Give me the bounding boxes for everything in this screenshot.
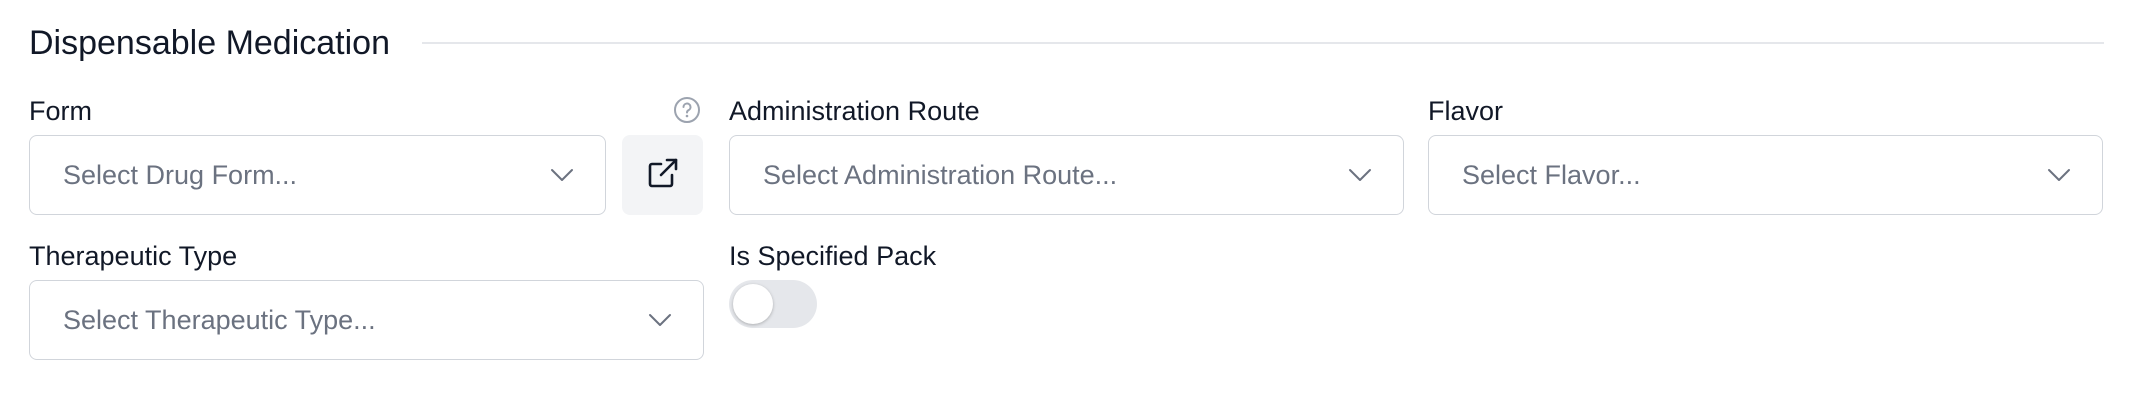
- toggle-knob: [733, 284, 773, 324]
- flavor-select[interactable]: Select Flavor...: [1428, 135, 2103, 215]
- therapeutic-type-select[interactable]: Select Therapeutic Type...: [29, 280, 704, 360]
- is-specified-pack-toggle[interactable]: [729, 280, 817, 328]
- flavor-label: Flavor: [1428, 96, 1504, 126]
- is-specified-pack-label: Is Specified Pack: [729, 241, 937, 271]
- flavor-select-placeholder: Select Flavor...: [1462, 159, 1641, 190]
- question-circle-icon[interactable]: [673, 96, 701, 124]
- chevron-down-icon: [1347, 162, 1373, 188]
- administration-route-label: Administration Route: [729, 96, 980, 126]
- chevron-down-icon: [647, 307, 673, 333]
- external-link-icon: [646, 156, 680, 195]
- open-form-external-button[interactable]: [622, 135, 703, 215]
- therapeutic-type-select-placeholder: Select Therapeutic Type...: [63, 304, 376, 335]
- form-select[interactable]: Select Drug Form...: [29, 135, 606, 215]
- administration-route-select-placeholder: Select Administration Route...: [763, 159, 1118, 190]
- chevron-down-icon: [549, 162, 575, 188]
- form-select-placeholder: Select Drug Form...: [63, 159, 298, 190]
- section-divider: [421, 42, 2104, 44]
- section-header: Dispensable Medication: [29, 18, 2104, 68]
- administration-route-select[interactable]: Select Administration Route...: [729, 135, 1404, 215]
- section-title: Dispensable Medication: [29, 23, 390, 62]
- therapeutic-type-label: Therapeutic Type: [29, 241, 238, 271]
- form-label: Form: [29, 96, 92, 126]
- chevron-down-icon: [2046, 162, 2072, 188]
